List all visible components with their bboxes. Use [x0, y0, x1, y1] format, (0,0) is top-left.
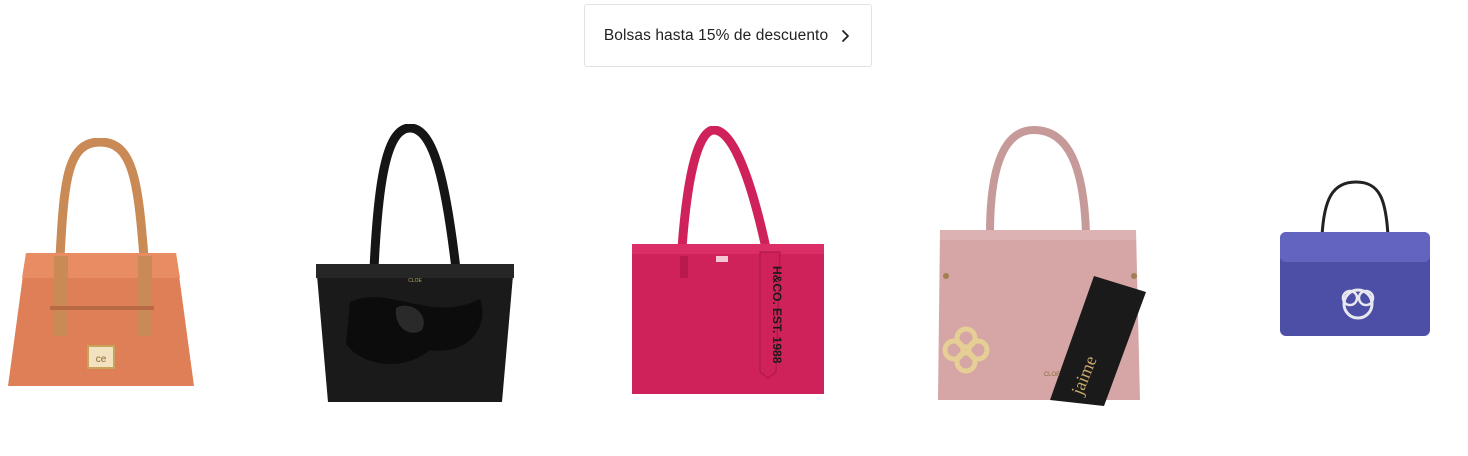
svg-text:H&CO. EST. 1988: H&CO. EST. 1988	[770, 266, 784, 364]
svg-text:CLOE: CLOE	[1044, 372, 1060, 378]
pink-tote-image: H&CO. EST. 1988	[632, 126, 824, 394]
product-card-pink-hco-tote[interactable]: H&CO. EST. 1988	[630, 126, 826, 396]
black-tote-image: CLOE	[316, 124, 514, 402]
product-card-black-bow-tote[interactable]: CLOE	[310, 124, 520, 406]
product-card-metallic-blue-bag[interactable]	[1278, 180, 1432, 340]
promo-label: Bolsas hasta 15% de descuento	[603, 26, 829, 44]
blush-satchel-image: jaime CLOE	[938, 126, 1146, 406]
product-card-orange-tote[interactable]: ce	[6, 138, 196, 394]
orange-tote-image: ce	[8, 138, 194, 386]
promo-link-button[interactable]: Bolsas hasta 15% de descuento	[584, 4, 872, 67]
svg-text:CLOE: CLOE	[408, 278, 422, 284]
svg-text:ce: ce	[96, 354, 107, 365]
metallic-blue-bag-image	[1280, 180, 1430, 336]
chevron-right-icon	[842, 29, 850, 42]
product-card-blush-satchel[interactable]: jaime CLOE	[934, 126, 1152, 406]
